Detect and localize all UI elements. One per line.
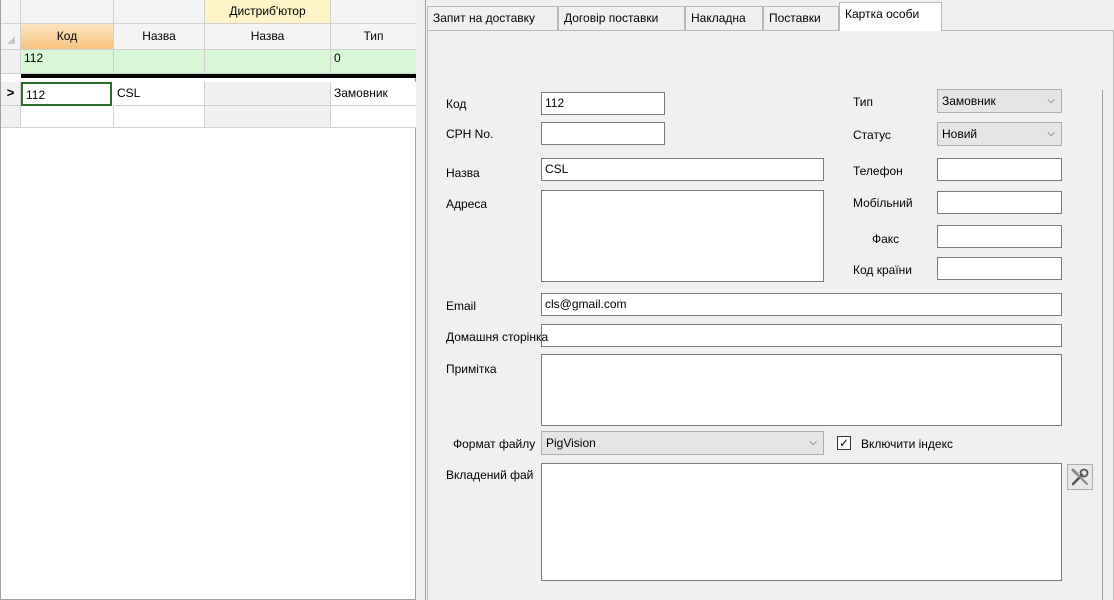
type-label: Тип <box>853 95 874 109</box>
status-select[interactable]: Новий ⌵ <box>937 122 1062 146</box>
new-row-indicator <box>1 106 21 128</box>
type-select[interactable]: Замовник ⌵ <box>937 89 1062 113</box>
mobile-label: Мобільний <box>853 196 913 210</box>
phone-input[interactable] <box>937 158 1062 181</box>
tools-icon <box>1071 468 1089 486</box>
attached-file-label: Вкладений фай <box>446 468 534 482</box>
grid-band-empty <box>331 0 417 24</box>
status-label: Статус <box>853 128 891 142</box>
filter-separator <box>21 74 417 78</box>
tab-invoice[interactable]: Накладна <box>685 6 763 30</box>
status-select-value: Новий <box>942 127 978 141</box>
tab-deliveries[interactable]: Поставки <box>763 6 839 30</box>
grid-corner-cell <box>1 0 21 24</box>
form-scroll-edge <box>1102 90 1103 600</box>
fax-label: Факс <box>872 232 900 246</box>
grid-band-empty <box>114 0 205 24</box>
note-input[interactable] <box>541 354 1062 426</box>
name-label: Назва <box>446 166 480 180</box>
new-row-cell[interactable] <box>331 106 417 128</box>
table-row-cell-code[interactable]: 112 <box>21 82 112 106</box>
cph-label: CPH No. <box>446 127 494 141</box>
filter-cell-type[interactable]: 0 <box>331 50 417 74</box>
name-input[interactable]: CSL <box>541 158 824 181</box>
customer-grid[interactable]: Дистриб'ютор Код Назва Назва Тип 112 0 >… <box>0 0 417 600</box>
homepage-label: Домашня сторінка <box>446 330 549 344</box>
code-input[interactable]: 112 <box>541 92 665 115</box>
attach-file-button[interactable] <box>1067 464 1093 490</box>
grid-band-distributor[interactable]: Дистриб'ютор <box>205 0 331 24</box>
filter-row-indicator <box>1 50 21 74</box>
grid-band-empty <box>21 0 114 24</box>
country-code-input[interactable] <box>937 257 1062 280</box>
tab-person-card[interactable]: Картка особи <box>839 2 942 31</box>
current-row-indicator: > <box>1 82 21 106</box>
email-label: Email <box>446 299 477 313</box>
file-format-select[interactable]: PigVision ⌵ <box>541 431 824 455</box>
filter-cell-code[interactable]: 112 <box>21 50 114 74</box>
table-row-cell-type[interactable]: Замовник <box>331 82 417 106</box>
tab-supply-contract[interactable]: Договір поставки <box>558 6 685 30</box>
file-format-select-value: PigVision <box>546 436 596 450</box>
chevron-down-icon: ⌵ <box>1047 128 1055 139</box>
phone-label: Телефон <box>853 164 903 178</box>
code-label: Код <box>446 97 467 111</box>
address-label: Адреса <box>446 197 488 211</box>
filter-cell-distributor[interactable] <box>205 50 331 74</box>
tab-delivery-request[interactable]: Запит на доставку <box>427 6 558 30</box>
chevron-down-icon: ⌵ <box>1047 95 1055 106</box>
include-index-label: Включити індекс <box>861 437 953 451</box>
column-header-type[interactable]: Тип <box>331 24 417 50</box>
mobile-input[interactable] <box>937 191 1062 214</box>
new-row-cell[interactable] <box>205 106 331 128</box>
grid-corner-cell <box>1 24 21 50</box>
homepage-input[interactable] <box>541 324 1062 347</box>
country-code-label: Код країни <box>853 263 912 277</box>
table-row-cell-distributor[interactable] <box>205 82 331 106</box>
note-label: Примітка <box>446 362 497 376</box>
address-input[interactable] <box>541 190 824 282</box>
type-select-value: Замовник <box>942 94 996 108</box>
file-format-label: Формат файлу <box>453 437 536 451</box>
column-header-code[interactable]: Код <box>21 24 114 50</box>
cph-input[interactable] <box>541 122 665 145</box>
new-row-cell[interactable] <box>21 106 114 128</box>
table-row-cell-name[interactable]: CSL <box>114 82 205 106</box>
column-header-distributor-name[interactable]: Назва <box>205 24 331 50</box>
fax-input[interactable] <box>937 225 1062 248</box>
attached-file-area[interactable] <box>541 463 1062 581</box>
panel-splitter[interactable] <box>416 0 426 600</box>
new-row-cell[interactable] <box>114 106 205 128</box>
chevron-down-icon: ⌵ <box>809 437 817 448</box>
corner-triangle-icon <box>6 36 15 44</box>
filter-cell-name[interactable] <box>114 50 205 74</box>
email-input[interactable]: cls@gmail.com <box>541 293 1062 316</box>
include-index-checkbox[interactable]: ✓ <box>837 436 851 450</box>
column-header-name[interactable]: Назва <box>114 24 205 50</box>
